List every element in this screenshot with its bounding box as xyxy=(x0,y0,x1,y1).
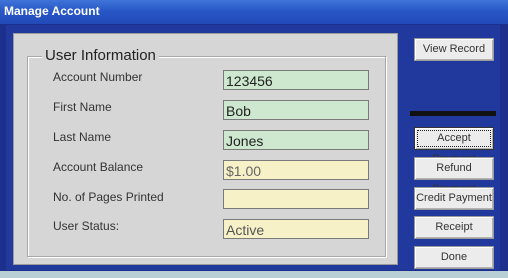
separator-bar xyxy=(410,111,496,116)
account-number-field[interactable]: 123456 xyxy=(223,70,369,90)
done-button[interactable]: Done xyxy=(414,246,494,269)
group-title: User Information xyxy=(42,47,159,64)
last-name-field[interactable]: Jones xyxy=(223,130,369,150)
first-name-label: First Name xyxy=(53,100,112,114)
last-name-label: Last Name xyxy=(53,130,112,144)
pages-printed-label: No. of Pages Printed xyxy=(53,190,164,204)
refund-payment-button[interactable]: Refund Payment xyxy=(414,157,494,195)
receipt-button[interactable]: Receipt xyxy=(414,216,494,239)
view-record-button[interactable]: View Record xyxy=(414,38,494,61)
account-balance-field[interactable]: $1.00 xyxy=(223,160,369,180)
first-name-field[interactable]: Bob xyxy=(223,100,369,120)
desktop-strip xyxy=(0,271,508,278)
title-bar[interactable]: Manage Account xyxy=(0,0,508,24)
window-title: Manage Account xyxy=(4,4,100,18)
user-status-label: User Status: xyxy=(53,219,120,233)
user-status-field[interactable]: Active xyxy=(223,219,369,239)
pages-printed-field[interactable] xyxy=(223,189,369,209)
credit-payment-button[interactable]: Credit Payment xyxy=(414,187,494,210)
account-balance-label: Account Balance xyxy=(53,160,144,174)
accept-payment-button[interactable]: Accept Payment xyxy=(414,127,494,165)
account-number-label: Account Number xyxy=(53,70,143,84)
